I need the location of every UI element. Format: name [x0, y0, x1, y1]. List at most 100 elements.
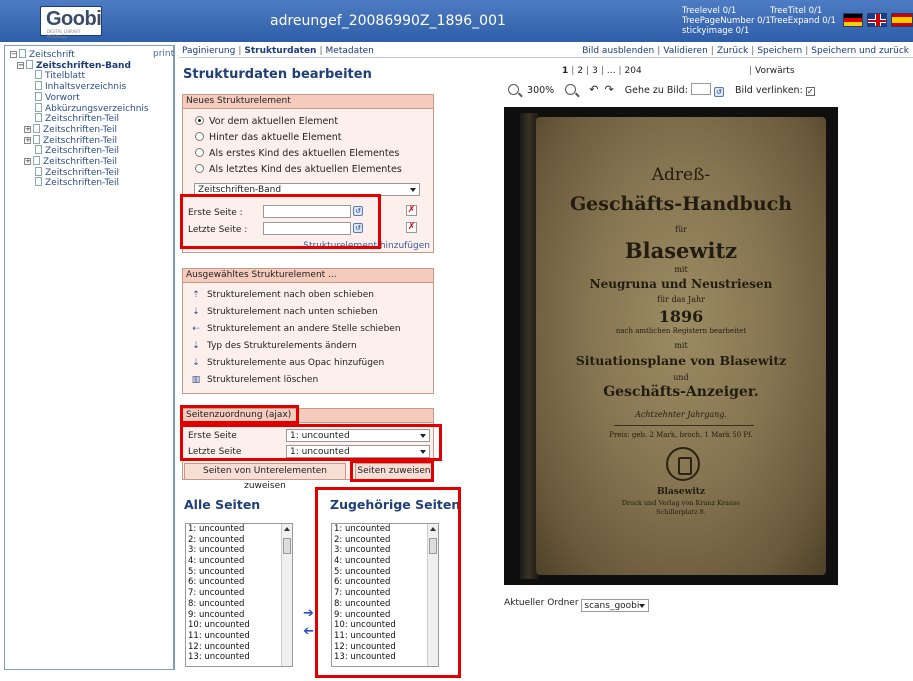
clear-icon[interactable]: ✗ — [406, 222, 417, 233]
spanish-flag-icon[interactable] — [891, 13, 913, 27]
move-down-action[interactable]: ⇣ Strukturelement nach unten schieben — [191, 307, 377, 317]
tree-print-link[interactable]: print — [153, 49, 174, 59]
goto-image-icon[interactable]: ↺ — [713, 87, 724, 97]
tree-node-label[interactable]: Zeitschriften-Teil — [43, 125, 117, 135]
current-folder-select[interactable]: scans_goobi — [581, 599, 650, 612]
scroll-thumb[interactable] — [283, 538, 291, 554]
list-item[interactable]: 12: uncounted — [186, 642, 292, 653]
save-link[interactable]: Speichern — [757, 46, 802, 56]
pager-page-1[interactable]: 1 — [562, 66, 568, 76]
scroll-up-icon[interactable] — [284, 527, 290, 531]
tree-node-label[interactable]: Zeitschriften-Band — [36, 61, 131, 71]
german-flag-icon[interactable] — [843, 13, 863, 27]
highlight-box — [315, 487, 461, 678]
radio-last-child[interactable]: Als letztes Kind des aktuellen Elementes — [195, 164, 402, 175]
radio-icon[interactable] — [195, 164, 204, 173]
opac-add-action[interactable]: ⇣ Strukturelemente aus Opac hinzufügen — [191, 358, 384, 368]
tree-node-label[interactable]: Zeitschriften-Teil — [45, 178, 119, 188]
list-item[interactable]: 7: uncounted — [186, 588, 292, 599]
tree-node[interactable]: − Zeitschriften-Band — [17, 59, 131, 71]
radio-first-child[interactable]: Als erstes Kind des aktuellen Elementes — [195, 148, 399, 159]
meta-treepagenumber[interactable]: TreePageNumber 0/1 — [682, 16, 771, 26]
tree-node[interactable]: Zeitschriften-Teil — [24, 145, 119, 156]
validate-link[interactable]: Validieren — [663, 46, 707, 56]
tree-node[interactable]: − Zeitschrift — [10, 49, 75, 60]
list-item[interactable]: 6: uncounted — [186, 577, 292, 588]
collapse-icon[interactable]: − — [10, 51, 17, 58]
back-link[interactable]: Zurück — [717, 46, 748, 56]
zoom-in-icon[interactable] — [565, 84, 577, 95]
list-item[interactable]: 13: uncounted — [186, 652, 292, 663]
goobi-logo[interactable]: Goobi DIGITAL LIBRARY MODULES — [40, 6, 102, 39]
tab-paginierung[interactable]: Paginierung — [182, 46, 235, 56]
all-pages-list[interactable]: 1: uncounted 2: uncounted 3: uncounted 4: u… — [185, 523, 293, 667]
expand-icon[interactable]: + — [24, 136, 31, 144]
zoom-out-icon[interactable] — [508, 84, 519, 95]
remove-from-assigned-arrow-icon[interactable]: ➔ — [303, 624, 314, 639]
goto-image-input[interactable] — [690, 83, 711, 95]
tree-node[interactable]: Zeitschriften-Teil — [24, 113, 119, 124]
tab-strukturdaten[interactable]: Strukturdaten — [244, 46, 316, 56]
tree-node-label[interactable]: Inhaltsverzeichnis — [45, 82, 126, 92]
collapse-icon[interactable]: − — [17, 61, 24, 69]
list-item[interactable]: 8: uncounted — [186, 599, 292, 610]
save-and-back-link[interactable]: Speichern und zurück — [811, 46, 909, 56]
tree-node[interactable]: + Zeitschriften-Teil — [24, 134, 117, 146]
list-item[interactable]: 3: uncounted — [186, 545, 292, 556]
radio-icon[interactable] — [195, 132, 204, 141]
tree-node[interactable]: Abkürzungsverzeichnis — [24, 102, 149, 114]
tree-node[interactable]: + Zeitschriften-Teil — [24, 156, 117, 167]
meta-stickyimage[interactable]: stickyimage 0/1 — [682, 26, 771, 36]
tree-node-label[interactable]: Titelblatt — [45, 71, 85, 81]
list-item[interactable]: 4: uncounted — [186, 556, 292, 567]
list-item[interactable]: 11: uncounted — [186, 631, 292, 642]
pager-page-2[interactable]: 2 — [577, 66, 583, 76]
hide-image-link[interactable]: Bild ausblenden — [582, 46, 654, 56]
meta-treetitel[interactable]: TreeTitel 0/1 — [770, 6, 836, 16]
expand-icon[interactable]: + — [24, 125, 31, 133]
rotate-right-icon[interactable]: ↷ — [605, 83, 614, 96]
link-image-checkbox[interactable]: ✓ — [805, 87, 815, 96]
tree-node-label[interactable]: Zeitschriften-Teil — [43, 157, 117, 167]
tree-node-label[interactable]: Zeitschriften-Teil — [45, 168, 119, 178]
move-up-action[interactable]: ⇡ Strukturelement nach oben schieben — [191, 290, 374, 300]
clear-icon[interactable]: ✗ — [406, 205, 417, 216]
radio-before-current[interactable]: Vor dem aktuellen Element — [195, 116, 338, 127]
scrollbar[interactable] — [281, 524, 292, 666]
tree-node-label[interactable]: Vorwort — [45, 93, 80, 103]
list-item[interactable]: 1: uncounted — [186, 524, 292, 535]
radio-selected-icon[interactable] — [195, 116, 204, 125]
expand-icon[interactable]: + — [24, 158, 31, 165]
tree-node[interactable]: Inhaltsverzeichnis — [24, 81, 126, 92]
meta-treeexpand[interactable]: TreeExpand 0/1 — [770, 16, 836, 26]
tree-node[interactable]: Vorwort — [24, 91, 80, 103]
change-type-action[interactable]: ⇣ Typ des Strukturelements ändern — [191, 341, 357, 351]
tab-metadaten[interactable]: Metadaten — [326, 46, 374, 56]
list-item[interactable]: 5: uncounted — [186, 567, 292, 578]
tree-node[interactable]: Zeitschriften-Teil — [24, 177, 119, 188]
tree-node-label[interactable]: Zeitschriften-Teil — [43, 136, 117, 146]
english-flag-icon[interactable] — [867, 13, 887, 27]
assign-children-pages-button[interactable]: Seiten von Unterelementen zuweisen — [184, 463, 346, 491]
meta-treelevel[interactable]: Treelevel 0/1 — [682, 6, 771, 16]
list-item[interactable]: 10: uncounted — [186, 620, 292, 631]
list-item[interactable]: 2: uncounted — [186, 535, 292, 546]
tree-node[interactable]: + Zeitschriften-Teil — [24, 123, 117, 135]
radio-icon[interactable] — [195, 148, 204, 157]
add-to-assigned-arrow-icon[interactable]: ➔ — [303, 606, 314, 621]
tree-node-label[interactable]: Zeitschriften-Teil — [45, 146, 119, 156]
tree-node-label[interactable]: Abkürzungsverzeichnis — [45, 104, 149, 114]
list-item[interactable]: 9: uncounted — [186, 610, 292, 621]
tree-node[interactable]: Zeitschriften-Teil — [24, 166, 119, 178]
tree-node[interactable]: Titelblatt — [24, 70, 85, 81]
radio-after-current[interactable]: Hinter das aktuelle Element — [195, 132, 342, 143]
tree-node-label[interactable]: Zeitschrift — [29, 50, 75, 60]
tree-node-label[interactable]: Zeitschriften-Teil — [45, 114, 119, 124]
rotate-left-icon[interactable]: ↶ — [589, 83, 598, 96]
pager-page-3[interactable]: 3 — [592, 66, 598, 76]
pager-next-link[interactable]: Vorwärts — [755, 66, 794, 76]
move-elsewhere-action[interactable]: ⇠ Strukturelement an andere Stelle schieb… — [191, 324, 400, 334]
scan-image[interactable]: Adreß- Geschäfts-Handbuch für Blasewitz … — [504, 107, 838, 585]
delete-action[interactable]: ▥ Strukturelement löschen — [191, 375, 318, 385]
pager-last-page[interactable]: 204 — [625, 66, 642, 76]
